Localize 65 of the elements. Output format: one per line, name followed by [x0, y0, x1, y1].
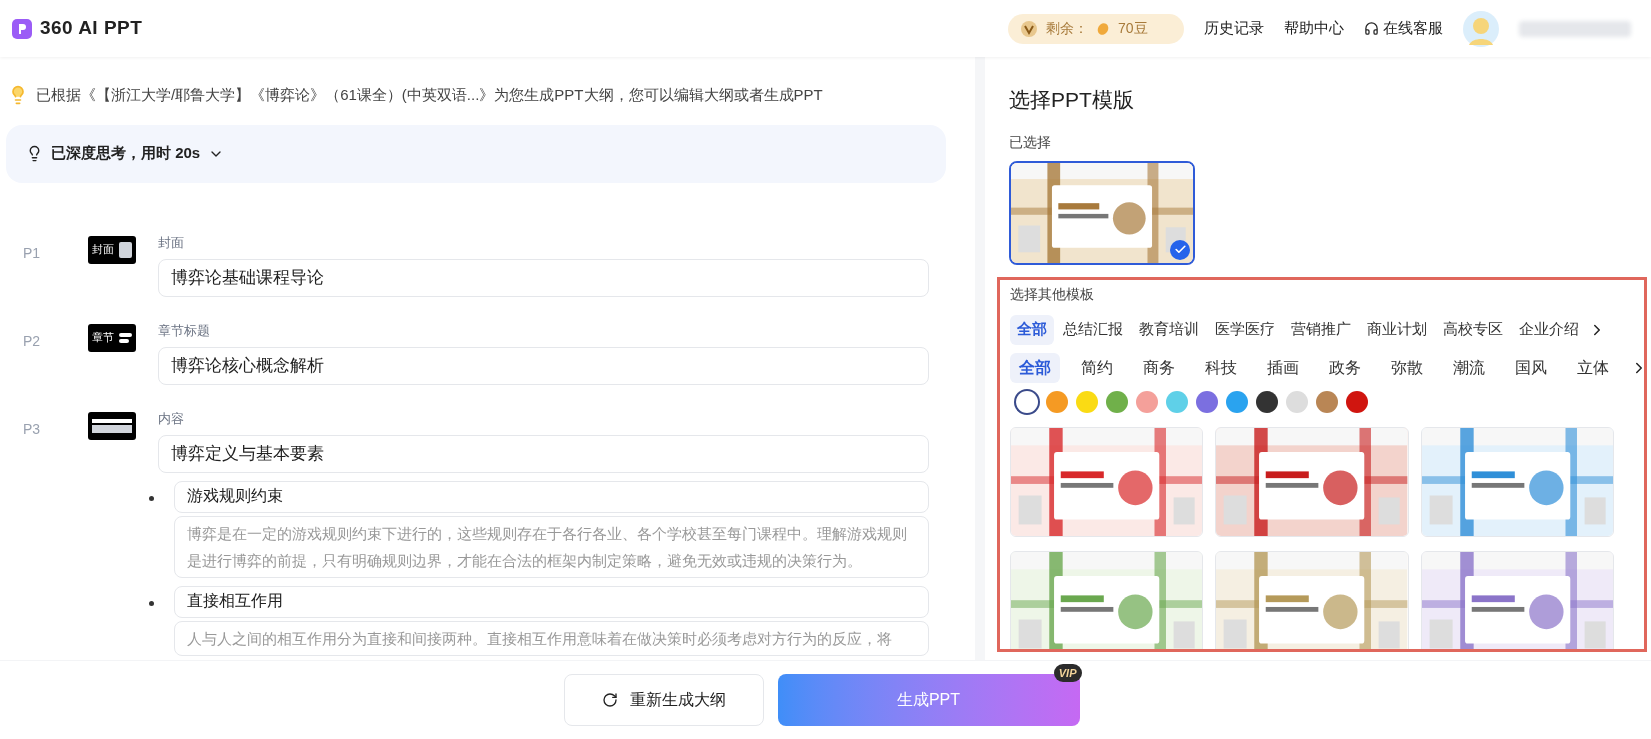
content-slide-icon	[88, 411, 136, 440]
page-type-label: 封面	[158, 233, 185, 252]
bullet-icon	[149, 600, 154, 606]
refresh-icon	[601, 692, 618, 708]
color-swatch[interactable]	[1106, 390, 1128, 413]
category-tab[interactable]: 全部	[1010, 314, 1054, 345]
point-title-field[interactable]: 直接相互作用	[174, 585, 929, 618]
balance-pill[interactable]: 剩余： 70豆	[1008, 13, 1184, 44]
color-swatch[interactable]	[1046, 390, 1068, 413]
selected-label: 已选择	[1009, 132, 1052, 152]
bullet-icon	[149, 495, 154, 501]
category-tab[interactable]: 医学医疗	[1208, 314, 1282, 345]
page-type-label: 章节标题	[158, 321, 211, 340]
page-title-field[interactable]: 博弈论核心概念解析	[158, 346, 929, 385]
cover-slide-icon: 封面	[88, 235, 136, 264]
color-swatch[interactable]	[1226, 390, 1248, 413]
style-tab[interactable]: 全部	[1010, 352, 1060, 383]
page-type-label: 内容	[158, 409, 185, 428]
color-swatch[interactable]	[1076, 390, 1098, 413]
page-number: P3	[22, 419, 42, 439]
style-tab[interactable]: 弥散	[1382, 352, 1432, 383]
balance-amount: 70豆	[1118, 19, 1148, 38]
color-swatch[interactable]	[1316, 390, 1338, 413]
logo-text: 360 AI PPT	[40, 16, 143, 41]
category-tab[interactable]: 商业计划	[1360, 314, 1434, 345]
header-link[interactable]: 在线客服	[1364, 17, 1443, 40]
header-link[interactable]: 历史记录	[1204, 17, 1264, 40]
color-swatch[interactable]	[1016, 390, 1038, 413]
page-title-field[interactable]: 博弈定义与基本要素	[158, 434, 929, 473]
vip-badge: VIP	[1053, 664, 1082, 682]
style-tab[interactable]: 政务	[1320, 352, 1370, 383]
color-swatch[interactable]	[1256, 390, 1278, 413]
style-tab[interactable]: 简约	[1072, 352, 1122, 383]
color-swatch[interactable]	[1136, 390, 1158, 413]
headset-icon	[1364, 21, 1379, 36]
v-badge-icon	[1020, 19, 1038, 38]
category-tab[interactable]: 教育培训	[1132, 314, 1206, 345]
panel-title: 选择PPT模版	[1009, 87, 1135, 113]
balance-label: 剩余：	[1046, 19, 1088, 38]
regenerate-button[interactable]: 重新生成大纲	[563, 674, 764, 726]
category-tab[interactable]: 总结汇报	[1056, 314, 1130, 345]
style-tab[interactable]: 潮流	[1444, 352, 1494, 383]
style-tab[interactable]: 商务	[1134, 352, 1184, 383]
style-tab[interactable]: 科技	[1196, 352, 1246, 383]
color-swatch[interactable]	[1166, 390, 1188, 413]
outline-notice: 已根据《【浙江大学/耶鲁大学】《博弈论》（61课全）(中英双语...》为您生成PPT大纲，您可以编辑大纲或者生成PPT	[36, 85, 823, 105]
page-title-field[interactable]: 博弈论基础课程导论	[158, 258, 929, 297]
page-number: P1	[22, 243, 42, 263]
other-templates-label: 选择其他模板	[1010, 284, 1095, 304]
section-slide-icon: 章节	[88, 323, 136, 352]
page-number: P2	[22, 331, 42, 351]
category-tab[interactable]: 企业介绍	[1512, 314, 1586, 345]
style-tab[interactable]: 插画	[1258, 352, 1308, 383]
bean-icon	[1096, 21, 1110, 36]
category-tab[interactable]: 营销推广	[1284, 314, 1358, 345]
point-title-field[interactable]: 游戏规则约束	[174, 480, 929, 513]
color-swatch[interactable]	[1196, 390, 1218, 413]
thinking-panel[interactable]: 已深度思考，用时 20s	[6, 124, 946, 183]
style-tab[interactable]: 立体	[1568, 352, 1618, 383]
header-link[interactable]: 帮助中心	[1284, 17, 1344, 40]
category-tab[interactable]: 高校专区	[1436, 314, 1510, 345]
color-swatch[interactable]	[1286, 390, 1308, 413]
style-tab[interactable]: 国风	[1506, 352, 1556, 383]
logo-icon	[12, 18, 32, 39]
color-swatch[interactable]	[1346, 390, 1368, 413]
